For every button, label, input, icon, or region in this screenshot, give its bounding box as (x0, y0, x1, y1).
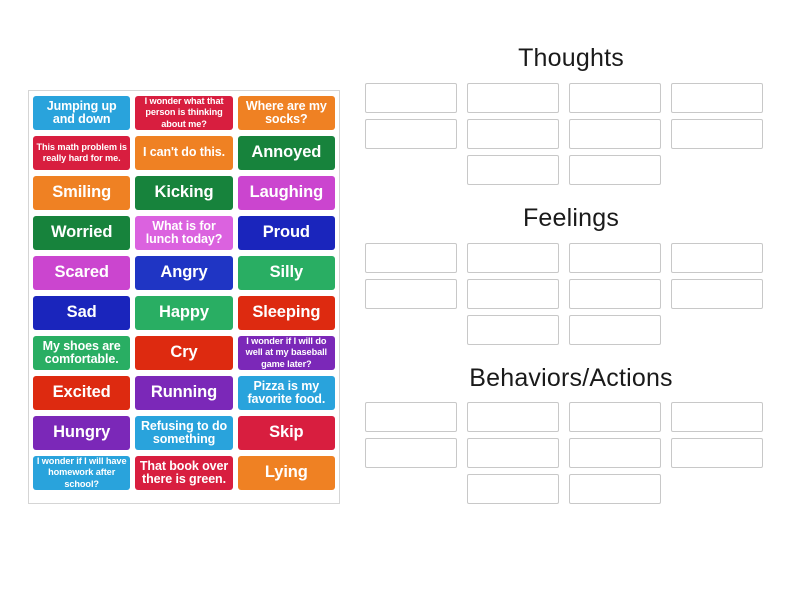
drop-slot[interactable] (569, 242, 661, 273)
drop-slot[interactable] (569, 278, 661, 309)
sortable-tile[interactable]: Kicking (135, 176, 233, 210)
drop-slot[interactable] (467, 314, 559, 345)
tile-grid: Jumping up and down I wonder what that pe… (33, 96, 335, 490)
drop-slot[interactable] (671, 82, 763, 113)
drop-slot[interactable] (569, 402, 661, 433)
tile-bank-panel: Jumping up and down I wonder what that pe… (28, 90, 340, 504)
sortable-tile[interactable]: Cry (135, 336, 233, 370)
drop-slot-grid (365, 82, 777, 185)
drop-slot[interactable] (467, 82, 559, 113)
drop-slot[interactable] (365, 278, 457, 309)
drop-zone-title: Feelings (522, 203, 620, 232)
drop-zone-section: Feelings (365, 204, 777, 345)
sortable-tile[interactable]: Skip (237, 416, 335, 450)
sortable-tile[interactable]: Happy (135, 296, 233, 330)
drop-slot[interactable] (467, 278, 559, 309)
sortable-tile[interactable]: Jumping up and down (33, 96, 131, 130)
drop-zone-title: Behaviors/Actions (469, 363, 673, 392)
drop-slot[interactable] (671, 438, 763, 469)
drop-slot-grid (365, 402, 777, 505)
drop-slot[interactable] (365, 242, 457, 273)
activity-stage: Jumping up and down I wonder what that pe… (0, 0, 800, 600)
drop-slot[interactable] (365, 402, 457, 433)
drop-slot-grid (365, 242, 777, 345)
drop-zone-section: Thoughts (365, 44, 777, 185)
sortable-tile[interactable]: Annoyed (237, 136, 335, 170)
drop-slot[interactable] (671, 118, 763, 149)
sortable-tile[interactable]: Lying (237, 456, 335, 490)
sortable-tile[interactable]: Proud (237, 216, 335, 250)
sortable-tile[interactable]: Where are my socks? (237, 96, 335, 130)
sortable-tile[interactable]: I wonder if I will do well at my basebal… (237, 336, 335, 370)
drop-slot[interactable] (467, 118, 559, 149)
sortable-tile[interactable]: That book over there is green. (135, 456, 233, 490)
drop-zones-container: Thoughts Feelings Behaviors/Actions (365, 44, 777, 514)
drop-slot[interactable] (365, 118, 457, 149)
drop-zone-section: Behaviors/Actions (365, 364, 777, 505)
sortable-tile[interactable]: Pizza is my favorite food. (237, 376, 335, 410)
sortable-tile[interactable]: Sad (33, 296, 131, 330)
drop-slot[interactable] (671, 242, 763, 273)
drop-slot[interactable] (569, 154, 661, 185)
sortable-tile[interactable]: This math problem is really hard for me. (33, 136, 131, 170)
sortable-tile[interactable]: Excited (33, 376, 131, 410)
sortable-tile[interactable]: Scared (33, 256, 131, 290)
sortable-tile[interactable]: I wonder what that person is thinking ab… (135, 96, 233, 130)
sortable-tile[interactable]: Silly (237, 256, 335, 290)
drop-slot[interactable] (569, 118, 661, 149)
drop-slot[interactable] (467, 242, 559, 273)
drop-slot[interactable] (569, 438, 661, 469)
drop-slot[interactable] (467, 154, 559, 185)
sortable-tile[interactable]: Angry (135, 256, 233, 290)
drop-slot[interactable] (671, 278, 763, 309)
sortable-tile[interactable]: I wonder if I will have homework after s… (33, 456, 131, 490)
sortable-tile[interactable]: Running (135, 376, 233, 410)
sortable-tile[interactable]: What is for lunch today? (135, 216, 233, 250)
sortable-tile[interactable]: Worried (33, 216, 131, 250)
sortable-tile[interactable]: My shoes are comfortable. (33, 336, 131, 370)
drop-slot[interactable] (467, 474, 559, 505)
drop-slot[interactable] (365, 438, 457, 469)
sortable-tile[interactable]: Hungry (33, 416, 131, 450)
sortable-tile[interactable]: Sleeping (237, 296, 335, 330)
drop-slot[interactable] (671, 402, 763, 433)
drop-slot[interactable] (467, 438, 559, 469)
drop-slot[interactable] (467, 402, 559, 433)
drop-slot[interactable] (569, 474, 661, 505)
sortable-tile[interactable]: Laughing (237, 176, 335, 210)
sortable-tile[interactable]: I can't do this. (135, 136, 233, 170)
drop-slot[interactable] (569, 82, 661, 113)
sortable-tile[interactable]: Smiling (33, 176, 131, 210)
drop-zone-title: Thoughts (518, 44, 624, 72)
drop-slot[interactable] (365, 82, 457, 113)
drop-slot[interactable] (569, 314, 661, 345)
sortable-tile[interactable]: Refusing to do something (135, 416, 233, 450)
